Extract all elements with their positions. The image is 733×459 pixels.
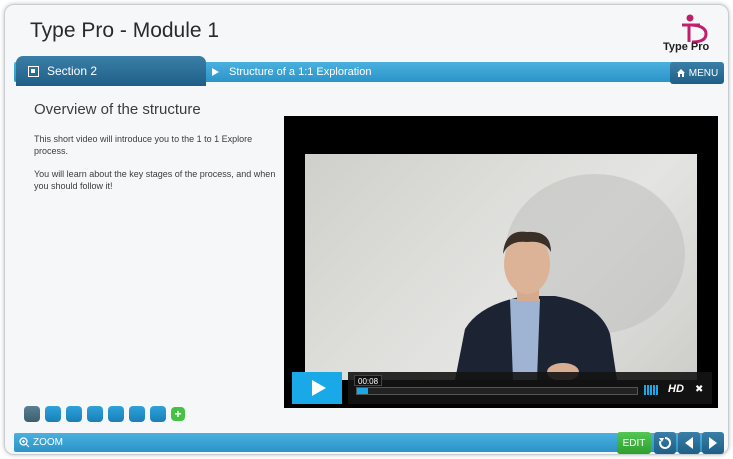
page-pager: + (24, 406, 185, 422)
video-frame (305, 154, 697, 380)
menu-button[interactable]: MENU (670, 62, 724, 84)
replay-button[interactable] (654, 432, 676, 454)
page-dot[interactable] (108, 406, 124, 422)
page-dot[interactable] (150, 406, 166, 422)
video-controls: 00:08 HD ✖ (292, 372, 712, 406)
previous-icon (685, 437, 693, 449)
learning-paragraph: You will learn about the key stages of t… (34, 169, 276, 191)
page-title: Type Pro - Module 1 (30, 19, 220, 42)
page-dot[interactable] (87, 406, 103, 422)
intro-paragraph: This short video will introduce you to t… (34, 134, 253, 156)
add-page-button[interactable]: + (171, 407, 185, 421)
page-dot[interactable] (24, 406, 40, 422)
volume-icon[interactable] (644, 385, 658, 395)
progress-bar[interactable] (356, 387, 638, 395)
section-tab[interactable]: Section 2 (16, 56, 206, 86)
page-dot[interactable] (45, 406, 61, 422)
play-arrow-icon (212, 68, 219, 76)
zoom-button[interactable]: ZOOM (19, 437, 63, 448)
content-heading: Overview of the structure (34, 101, 201, 118)
page-dot[interactable] (66, 406, 82, 422)
time-display: 00:08 (354, 375, 383, 386)
hd-toggle[interactable]: HD (668, 383, 684, 395)
breadcrumb: Structure of a 1:1 Exploration (212, 66, 371, 78)
breadcrumb-label: Structure of a 1:1 Exploration (229, 66, 372, 78)
video-player[interactable]: 00:08 HD ✖ (284, 116, 718, 408)
progress-fill (357, 388, 369, 394)
logo-text: Type Pro (663, 41, 710, 53)
bottom-bar (14, 433, 722, 452)
menu-label: MENU (688, 67, 719, 79)
next-icon (709, 437, 717, 449)
section-label: Section 2 (47, 64, 98, 78)
play-button[interactable] (292, 372, 342, 404)
home-icon (676, 69, 685, 77)
page-dot[interactable] (129, 406, 145, 422)
section-icon (28, 65, 39, 77)
play-icon (312, 380, 326, 396)
zoom-label: ZOOM (33, 437, 63, 448)
zoom-icon (19, 437, 30, 448)
next-button[interactable] (702, 432, 724, 454)
replay-icon (659, 436, 672, 449)
presenter-image (455, 174, 685, 380)
fullscreen-icon[interactable]: ✖ (695, 384, 703, 395)
edit-button[interactable]: EDIT (617, 432, 651, 454)
previous-button[interactable] (678, 432, 700, 454)
